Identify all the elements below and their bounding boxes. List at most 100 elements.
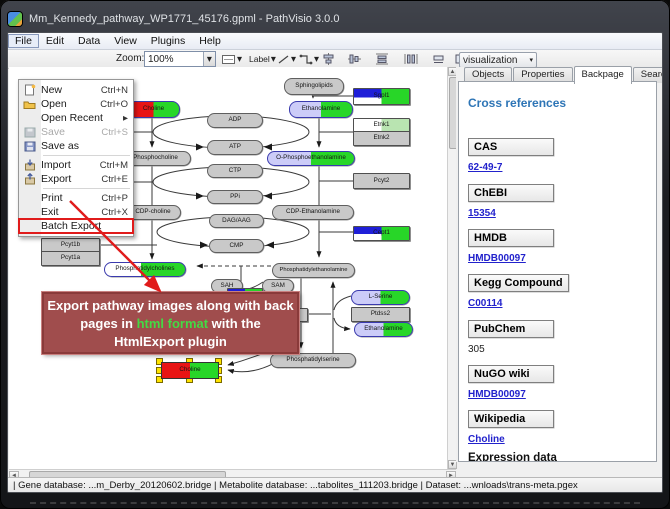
- distribute-horizontal-button[interactable]: [403, 52, 419, 66]
- xref-link[interactable]: C00114: [468, 298, 569, 309]
- import-icon: [22, 159, 37, 171]
- distribute-horizontal-icon: [404, 53, 418, 65]
- menu-data[interactable]: Data: [71, 34, 107, 48]
- xref-link[interactable]: 62-49-7: [468, 162, 554, 173]
- xref-section-hmdb: HMDB HMDB00097: [468, 228, 554, 264]
- xref-section-nugo: NuGO wiki HMDB00097: [468, 364, 554, 400]
- submenu-arrow-icon: ▶: [123, 114, 128, 122]
- save-icon: [22, 126, 37, 138]
- menu-plugins[interactable]: Plugins: [144, 34, 192, 48]
- tab-backpage[interactable]: Backpage: [574, 66, 632, 84]
- match-width-button[interactable]: [431, 52, 446, 66]
- menu-bar: File Edit Data View Plugins Help: [8, 33, 662, 50]
- xref-section-kegg: Kegg Compound C00114: [468, 273, 569, 309]
- label-tool-text: Label: [249, 54, 270, 64]
- node-ppi[interactable]: PPi: [207, 190, 263, 204]
- xref-source-name: NuGO wiki: [468, 365, 554, 383]
- xref-section-chebi: ChEBI 15354: [468, 183, 554, 219]
- node-cept1[interactable]: Cept1: [353, 226, 410, 241]
- new-file-icon: [22, 84, 37, 96]
- menu-edit[interactable]: Edit: [39, 34, 71, 48]
- xref-link[interactable]: Choline: [468, 434, 554, 445]
- xref-section-wikipedia: Wikipedia Choline: [468, 409, 554, 445]
- align-center-horizontal-button[interactable]: [321, 52, 336, 66]
- node-atp[interactable]: ATP: [207, 140, 263, 155]
- node-adp[interactable]: ADP: [207, 113, 263, 128]
- menu-item-print[interactable]: PrintCtrl+P: [19, 191, 133, 205]
- visualization-value: visualization: [463, 55, 517, 66]
- xref-link[interactable]: HMDB00097: [468, 253, 554, 264]
- zoom-combobox[interactable]: ▾: [144, 51, 216, 67]
- node-sgpl1[interactable]: Sgpl1: [353, 88, 410, 105]
- callout-highlight: html format: [137, 316, 209, 331]
- menu-item-import[interactable]: ImportCtrl+M: [19, 158, 133, 172]
- expression-data-heading: Expression data: [468, 452, 557, 462]
- xref-source-name: Wikipedia: [468, 410, 554, 428]
- node-choline-selected[interactable]: Choline: [156, 358, 222, 382]
- node-dag-aag[interactable]: DAG/AAG: [209, 214, 264, 228]
- menu-help[interactable]: Help: [192, 34, 228, 48]
- menu-item-export[interactable]: ExportCtrl+E: [19, 172, 133, 186]
- distribute-vertical-button[interactable]: [374, 52, 390, 66]
- node-sphingolipids[interactable]: Sphingolipids: [284, 78, 344, 95]
- status-text: | Gene database: ...m_Derby_20120602.bri…: [13, 480, 578, 491]
- line-tool-button[interactable]: ▾: [276, 52, 297, 66]
- node-l-serine[interactable]: L-Serine: [351, 290, 410, 305]
- node-ethanolamine-2[interactable]: Ethanolamine: [354, 322, 413, 337]
- node-phosphatidylethanolamine[interactable]: Phosphatidylethanolamine: [272, 263, 355, 278]
- blank-icon: [22, 112, 37, 124]
- node-cmp[interactable]: CMP: [209, 239, 264, 253]
- node-o-phosphoethanolamine[interactable]: O-Phosphoethanolamine: [267, 151, 355, 166]
- node-pcyt2[interactable]: Pcyt2: [353, 173, 410, 189]
- distribute-vertical-icon: [375, 53, 389, 65]
- client-area: File Edit Data View Plugins Help Zoom: ▾…: [7, 32, 663, 493]
- datanode-icon: [221, 54, 236, 65]
- panel-tabs: Objects Properties Backpage Search Legen…: [464, 67, 663, 82]
- node-phosphatidylserine[interactable]: Phosphatidylserine: [270, 353, 356, 368]
- menu-file[interactable]: File: [8, 34, 39, 48]
- node-sam[interactable]: SAM: [262, 279, 294, 293]
- label-tool-button[interactable]: Label ▾: [248, 52, 277, 66]
- menu-item-save-as[interactable]: Save as: [19, 139, 133, 153]
- node-cdp-ethanolamine[interactable]: CDP-Ethanolamine: [272, 205, 354, 220]
- node-ptdss2[interactable]: Ptdss2: [351, 307, 410, 322]
- chevron-down-icon: ▾: [314, 54, 319, 65]
- menu-item-save[interactable]: SaveCtrl+S: [19, 125, 133, 139]
- node-ctp[interactable]: CTP: [207, 164, 263, 178]
- line-icon: [277, 54, 290, 65]
- align-center-vertical-icon: [348, 53, 361, 65]
- align-center-vertical-button[interactable]: [347, 52, 362, 66]
- chevron-down-icon: ▾: [529, 56, 533, 64]
- node-pcyt1a[interactable]: Pcyt1a: [41, 251, 100, 266]
- file-menu-popup: NewCtrl+N OpenCtrl+O Open Recent ▶ SaveC…: [18, 79, 134, 237]
- zoom-input[interactable]: [145, 52, 203, 66]
- node-etnk2[interactable]: Etnk2: [353, 131, 410, 146]
- menu-item-exit[interactable]: ExitCtrl+X: [19, 205, 133, 219]
- side-panel: Objects Properties Backpage Search Legen…: [456, 67, 662, 462]
- menu-item-open[interactable]: OpenCtrl+O: [19, 97, 133, 111]
- save-as-icon: [22, 140, 37, 152]
- menu-item-open-recent[interactable]: Open Recent ▶: [19, 111, 133, 125]
- menu-item-new[interactable]: NewCtrl+N: [19, 83, 133, 97]
- align-center-horizontal-icon: [322, 53, 335, 65]
- export-icon: [22, 173, 37, 185]
- visualization-select[interactable]: visualization ▾: [459, 52, 537, 68]
- node-ethanolamine[interactable]: Ethanolamine: [289, 101, 353, 118]
- xref-source-name: Kegg Compound: [468, 274, 569, 292]
- xref-section-cas: CAS 62-49-7: [468, 137, 554, 173]
- menu-item-batch-export[interactable]: Batch Export: [19, 219, 133, 233]
- node-phosphatidylcholines[interactable]: Phosphatidylcholines: [104, 262, 186, 277]
- backpage-panel[interactable]: Cross references CAS 62-49-7 ChEBI 15354…: [458, 81, 657, 462]
- menu-view[interactable]: View: [107, 34, 144, 48]
- blank-icon: [22, 192, 37, 204]
- node-choline[interactable]: Choline: [127, 101, 180, 118]
- title-bar[interactable]: Mm_Kennedy_pathway_WP1771_45176.gpml - P…: [8, 7, 662, 31]
- xref-link[interactable]: 15354: [468, 208, 554, 219]
- datanode-tool-button[interactable]: ▾: [220, 52, 243, 66]
- connector-tool-button[interactable]: ▾: [298, 52, 320, 66]
- chevron-down-icon: ▾: [291, 54, 296, 65]
- chevron-down-icon: ▾: [237, 54, 242, 65]
- node-choline-selected-label[interactable]: Choline: [161, 362, 219, 379]
- xref-link[interactable]: HMDB00097: [468, 389, 554, 400]
- chevron-down-icon[interactable]: ▾: [203, 52, 215, 66]
